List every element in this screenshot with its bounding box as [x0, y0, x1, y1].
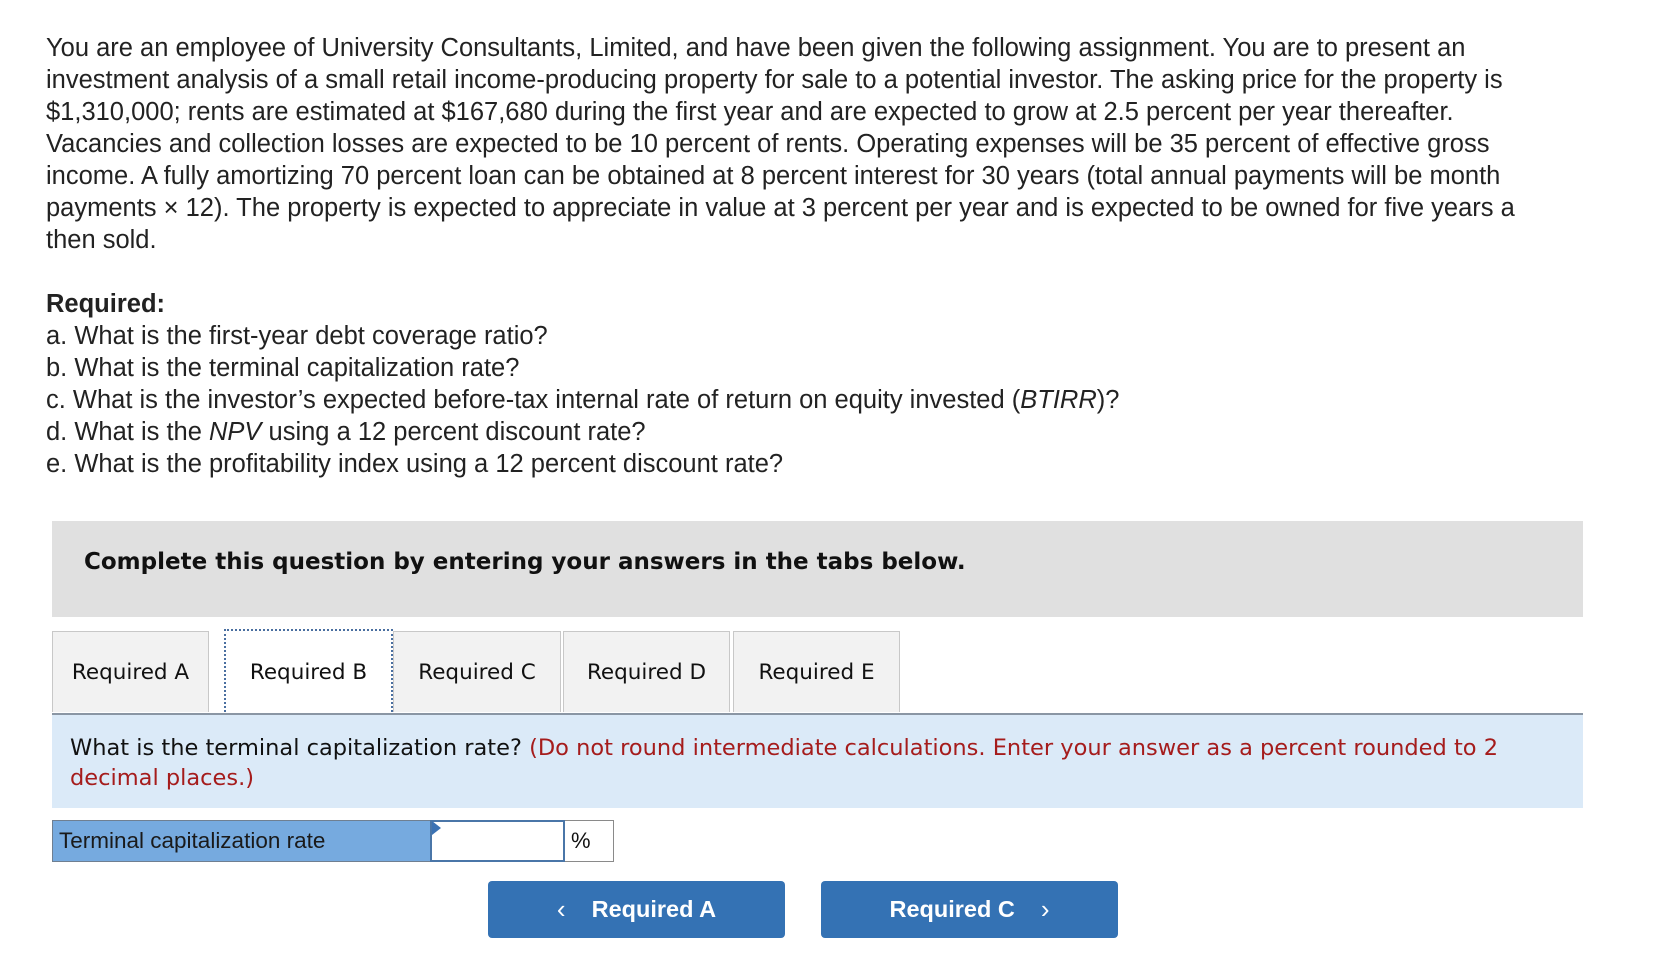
item-text: using a 12 percent discount rate?	[261, 418, 646, 446]
chevron-left-icon: ‹	[556, 894, 566, 924]
instruction-text: Complete this question by entering your …	[84, 549, 966, 575]
item-emphasis: NPV	[209, 418, 262, 446]
chevron-right-icon: ›	[1040, 894, 1050, 924]
prev-button-label: Required A	[591, 896, 717, 922]
required-item-e: e. What is the profitability index using…	[46, 448, 1119, 480]
question-panel: What is the terminal capitalization rate…	[52, 715, 1583, 808]
terminal-cap-rate-input[interactable]	[430, 820, 565, 862]
item-text: d. What is the	[46, 418, 209, 446]
answer-label: Terminal capitalization rate	[52, 820, 430, 862]
input-flag-icon	[432, 821, 441, 835]
required-item-a: a. What is the first-year debt coverage …	[46, 320, 1119, 352]
problem-line: You are an employee of University Consul…	[46, 34, 1466, 62]
item-text: b. What is the terminal capitalization r…	[46, 354, 520, 382]
required-item-c: c. What is the investor’s expected befor…	[46, 384, 1119, 416]
question-text: What is the terminal capitalization rate…	[70, 735, 530, 761]
instruction-banner: Complete this question by entering your …	[52, 521, 1583, 617]
problem-line: then sold.	[46, 226, 157, 254]
required-item-d: d. What is the NPV using a 12 percent di…	[46, 416, 1119, 448]
tab-required-d[interactable]: Required D	[563, 631, 730, 712]
problem-statement: You are an employee of University Consul…	[46, 32, 1674, 256]
previous-required-a-button[interactable]: ‹ Required A	[488, 881, 785, 938]
item-text: c. What is the investor’s expected befor…	[46, 386, 1021, 414]
tab-bar: Required A Required B Required C Require…	[52, 629, 1583, 716]
tab-required-a[interactable]: Required A	[52, 631, 209, 712]
tab-required-b[interactable]: Required B	[224, 629, 393, 716]
percent-unit: %	[565, 820, 614, 862]
tab-required-e[interactable]: Required E	[733, 631, 900, 712]
problem-line: Vacancies and collection losses are expe…	[46, 130, 1490, 158]
next-button-label: Required C	[889, 896, 1015, 922]
problem-line: $1,310,000; rents are estimated at $167,…	[46, 98, 1454, 126]
question-prompt: What is the terminal capitalization rate…	[70, 733, 1570, 793]
required-heading: Required:	[46, 290, 166, 318]
problem-line: income. A fully amortizing 70 percent lo…	[46, 162, 1501, 190]
problem-line: investment analysis of a small retail in…	[46, 66, 1503, 94]
problem-line: payments × 12). The property is expected…	[46, 194, 1515, 222]
item-text: e. What is the profitability index using…	[46, 450, 784, 478]
tab-required-c[interactable]: Required C	[393, 631, 561, 712]
required-item-b: b. What is the terminal capitalization r…	[46, 352, 1119, 384]
required-list: Required: a. What is the first-year debt…	[46, 288, 1119, 480]
item-text: a. What is the first-year debt coverage …	[46, 322, 548, 350]
item-text: )?	[1096, 386, 1120, 414]
next-required-c-button[interactable]: Required C ›	[821, 881, 1118, 938]
item-emphasis: BTIRR	[1020, 386, 1097, 414]
